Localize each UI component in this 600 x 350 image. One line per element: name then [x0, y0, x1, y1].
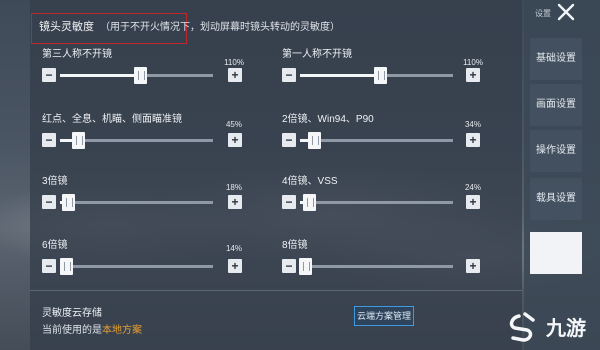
- tab-controls[interactable]: 操作设置: [530, 130, 582, 172]
- slider-thumb[interactable]: [298, 258, 312, 275]
- slider-value: 18%: [225, 183, 242, 192]
- slider-value: 110%: [463, 58, 483, 67]
- logo-text: 九游: [546, 316, 586, 340]
- slider-label: 第三人称不开镜: [42, 49, 112, 60]
- increase-button[interactable]: +: [466, 259, 480, 273]
- cloud-scheme-button[interactable]: 云端方案管理: [354, 306, 414, 326]
- slider-track[interactable]: [60, 67, 213, 84]
- slider-track[interactable]: [60, 132, 213, 149]
- close-icon[interactable]: [556, 2, 576, 22]
- decrease-button[interactable]: −: [282, 133, 296, 147]
- slider-track[interactable]: [300, 132, 453, 149]
- slider-value: 34%: [464, 120, 481, 129]
- slider-fill: [300, 74, 380, 77]
- slider-track[interactable]: [300, 67, 453, 84]
- slider-label: 红点、全息、机瞄、侧面瞄准镜: [42, 114, 182, 125]
- tab-basic[interactable]: 基础设置: [530, 38, 582, 80]
- slider-fill: [60, 74, 140, 77]
- decrease-button[interactable]: −: [42, 133, 56, 147]
- current-scheme: 当前使用的是本地方案: [42, 321, 142, 336]
- decrease-button[interactable]: −: [42, 259, 56, 273]
- slider-value: 45%: [225, 120, 242, 129]
- slider-thumb[interactable]: [61, 194, 75, 211]
- decrease-button[interactable]: −: [282, 68, 296, 82]
- slider-thumb[interactable]: [72, 132, 86, 149]
- decrease-button[interactable]: −: [282, 195, 296, 209]
- slider-thumb[interactable]: [307, 132, 321, 149]
- slider-thumb[interactable]: [373, 67, 387, 84]
- cloud-storage-section: [30, 290, 522, 350]
- slider-label: 2倍镜、Win94、P90: [282, 114, 374, 125]
- section-header: 镜头灵敏度 （用于不开火情况下，划动屏幕时镜头转动的灵敏度）: [39, 18, 340, 34]
- increase-button[interactable]: +: [466, 195, 480, 209]
- slider-thumb[interactable]: [133, 67, 147, 84]
- slider-track[interactable]: [298, 258, 453, 275]
- cloud-storage-title: 灵敏度云存储: [42, 308, 102, 319]
- increase-button[interactable]: +: [228, 68, 242, 82]
- current-scheme-prefix: 当前使用的是: [42, 325, 102, 336]
- slider-thumb[interactable]: [60, 258, 74, 275]
- decrease-button[interactable]: −: [42, 68, 56, 82]
- tab-graphics[interactable]: 画面设置: [530, 84, 582, 126]
- tab-sensitivity[interactable]: [530, 232, 582, 274]
- decrease-button[interactable]: −: [42, 195, 56, 209]
- increase-button[interactable]: +: [466, 68, 480, 82]
- slider-value: 110%: [224, 58, 244, 67]
- slider-value: 14%: [225, 244, 242, 253]
- slider-value: 24%: [464, 183, 481, 192]
- increase-button[interactable]: +: [466, 133, 480, 147]
- slider-label: 8倍镜: [282, 240, 308, 251]
- slider-label: 4倍镜、VSS: [282, 176, 338, 187]
- section-note: （用于不开火情况下，划动屏幕时镜头转动的灵敏度）: [100, 22, 340, 33]
- slider-track[interactable]: [60, 194, 213, 211]
- slider-label: 6倍镜: [42, 240, 68, 251]
- slider-label: 第一人称不开镜: [282, 49, 352, 60]
- increase-button[interactable]: +: [228, 259, 242, 273]
- slider-thumb[interactable]: [303, 194, 317, 211]
- decrease-button[interactable]: −: [282, 259, 296, 273]
- section-title: 镜头灵敏度: [39, 21, 94, 33]
- current-scheme-value: 本地方案: [102, 325, 142, 336]
- slider-track[interactable]: [60, 258, 213, 275]
- slider-track[interactable]: [300, 194, 453, 211]
- tab-vehicle[interactable]: 载具设置: [530, 178, 582, 220]
- slider-label: 3倍镜: [42, 176, 68, 187]
- sidebar-top-label: 设置: [535, 9, 551, 18]
- increase-button[interactable]: +: [228, 133, 242, 147]
- increase-button[interactable]: +: [228, 195, 242, 209]
